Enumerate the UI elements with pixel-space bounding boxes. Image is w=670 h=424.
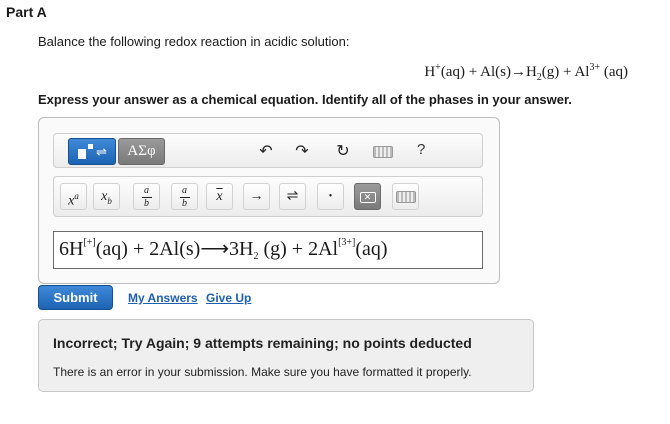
fraction-denominator: b	[144, 198, 149, 209]
part-title: Part A	[6, 4, 47, 20]
dot-button[interactable]: •	[317, 183, 344, 210]
feedback-message: There is an error in your submission. Ma…	[53, 365, 472, 379]
fraction-glyph: ab	[134, 186, 159, 209]
feedback-title: Incorrect; Try Again; 9 attempts remaini…	[53, 335, 472, 351]
reaction-h: H	[424, 64, 436, 80]
keyboard-toggle-button[interactable]	[392, 183, 419, 210]
fraction-alt-denominator: b	[182, 198, 187, 209]
my-answers-link[interactable]: My Answers	[128, 291, 198, 305]
superscript-exponent: a	[74, 191, 79, 201]
give-up-link[interactable]: Give Up	[206, 291, 251, 305]
subscript-button[interactable]: xb	[93, 183, 120, 210]
answer-instruction: Express your answer as a chemical equati…	[38, 92, 572, 107]
overline-button[interactable]: x	[206, 183, 233, 210]
fraction-alt-glyph: ab	[172, 186, 197, 209]
template-small-box-icon	[88, 144, 93, 149]
answer-part-2: (aq) + 2Al(s)⟶3H	[95, 238, 254, 260]
templates-button[interactable]: ⇌	[68, 138, 116, 165]
fraction-alt-numerator: a	[182, 185, 187, 196]
fraction-alt-button[interactable]: ab	[171, 183, 198, 210]
reaction-plus-2: +	[563, 64, 572, 80]
feedback-panel: Incorrect; Try Again; 9 attempts remaini…	[38, 319, 534, 392]
answer-charge-2: [3+]	[338, 237, 356, 248]
submit-button[interactable]: Submit	[38, 285, 113, 310]
answer-input[interactable]: 6H[+](aq) + 2Al(s)⟶3H2 (g) + 2Al[3+](aq)	[53, 231, 483, 269]
answer-part-4: (aq)	[355, 238, 388, 260]
reaction-al-charge: 3+	[589, 62, 601, 73]
symbol-palette: xa xb ab ab x → ⇌ • ✕	[53, 176, 483, 217]
keyboard-small-icon	[396, 191, 416, 203]
undo-icon[interactable]: ↶	[256, 142, 276, 162]
greek-symbols-button[interactable]: ΑΣφ	[118, 138, 165, 165]
backspace-icon: ✕	[359, 192, 376, 203]
equilibrium-glyph-icon: ⇌	[96, 144, 107, 159]
reaction-arrow: →	[510, 64, 526, 80]
arrow-button[interactable]: →	[243, 183, 270, 210]
reaction-h2: H	[525, 64, 537, 80]
subscript-index: b	[107, 195, 112, 206]
reaction-equation: H+(aq) + Al(s)→H2(g) + Al3+ (aq)	[424, 62, 628, 83]
reaction-al: Al	[574, 64, 590, 80]
reset-icon[interactable]: ↻	[333, 142, 353, 162]
equation-editor: ⇌ ΑΣφ ↶ ↷ ↻ ? xa xb ab ab x → ⇌ • ✕ 6H[+…	[38, 117, 500, 284]
help-icon[interactable]: ?	[417, 141, 425, 158]
reaction-al-solid: Al(s)	[480, 64, 511, 80]
template-box-icon	[78, 149, 86, 159]
reaction-aq-2: (aq)	[603, 64, 628, 80]
fraction-numerator: a	[144, 185, 149, 196]
reaction-plus-1: +	[468, 64, 478, 80]
answer-charge-1: [+]	[83, 237, 96, 248]
equilibrium-arrow-button[interactable]: ⇌	[279, 183, 306, 210]
reaction-aq-1: (aq)	[440, 64, 465, 80]
answer-part-1: 6H	[59, 238, 84, 260]
answer-part-3: (g) + 2Al	[258, 238, 339, 260]
question-instruction: Balance the following redox reaction in …	[38, 34, 350, 49]
superscript-button[interactable]: xa	[60, 183, 87, 210]
backspace-button[interactable]: ✕	[354, 183, 381, 210]
editor-toolbar: ⇌ ΑΣφ ↶ ↷ ↻ ?	[53, 133, 483, 168]
fraction-button[interactable]: ab	[133, 183, 160, 210]
redo-icon[interactable]: ↷	[292, 142, 312, 162]
reaction-gas: (g)	[541, 64, 560, 80]
keyboard-icon[interactable]	[373, 146, 393, 158]
